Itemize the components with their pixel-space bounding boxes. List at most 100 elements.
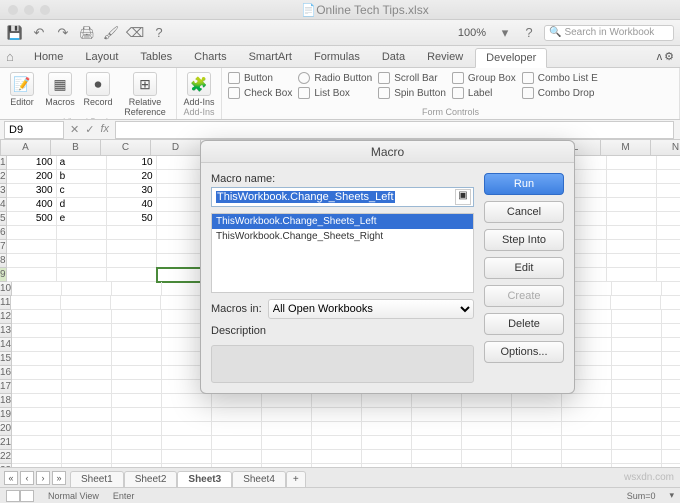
cell[interactable] [412,450,462,464]
cell[interactable] [112,422,162,436]
cancel-button[interactable]: Cancel [484,201,564,223]
cell[interactable] [162,436,212,450]
cell[interactable] [512,436,562,450]
cell[interactable] [562,422,612,436]
macros-in-select[interactable]: All Open Workbooks [268,299,474,319]
column-header[interactable]: A [1,140,51,155]
tab-layout[interactable]: Layout [75,48,128,66]
collapse-dialog-icon[interactable]: ▣ [455,189,471,205]
tab-tables[interactable]: Tables [130,48,182,66]
cell[interactable]: 20 [107,170,157,184]
relative-reference-button[interactable]: ⊞Relative Reference [120,72,170,117]
cell[interactable] [612,394,662,408]
tab-review[interactable]: Review [417,48,473,66]
cell[interactable] [657,184,680,198]
cell[interactable] [62,450,112,464]
tab-home[interactable]: Home [24,48,73,66]
cell[interactable] [657,212,680,226]
column-header[interactable]: B [51,140,101,155]
sheet-nav-last[interactable]: » [52,471,66,485]
cell[interactable] [607,254,657,268]
cell[interactable] [262,422,312,436]
cell[interactable] [612,366,662,380]
row-header[interactable]: 11 [0,296,11,310]
cell[interactable]: 50 [107,212,157,226]
row-header[interactable]: 17 [0,380,12,394]
cell[interactable] [612,324,662,338]
cell[interactable] [462,436,512,450]
sheet-tab[interactable]: Sheet4 [232,471,286,487]
cell[interactable] [412,436,462,450]
fc-radio[interactable]: Radio Button [298,72,372,84]
cell[interactable] [662,450,680,464]
cell[interactable] [312,436,362,450]
sum-dropdown-icon[interactable]: ▾ [669,490,674,501]
sheet-nav-first[interactable]: « [4,471,18,485]
gear-icon[interactable]: ⚙ [664,50,674,63]
cell[interactable] [107,254,157,268]
cell[interactable] [662,380,680,394]
row-header[interactable]: 14 [0,338,12,352]
cell[interactable] [607,226,657,240]
edit-button[interactable]: Edit [484,257,564,279]
cell[interactable] [162,394,212,408]
cell[interactable] [412,422,462,436]
cell[interactable]: 30 [107,184,157,198]
cell[interactable]: 200 [7,170,57,184]
cell[interactable] [162,450,212,464]
column-header[interactable]: M [601,140,651,155]
home-icon[interactable]: ⌂ [6,49,22,64]
cell[interactable] [657,170,680,184]
cell[interactable] [57,254,107,268]
cell[interactable] [12,338,62,352]
cell[interactable] [112,380,162,394]
cell[interactable] [562,408,612,422]
fc-scrollbar[interactable]: Scroll Bar [378,72,446,84]
sheet-nav-prev[interactable]: ‹ [20,471,34,485]
cell[interactable] [7,268,57,282]
search-input[interactable]: Search in Workbook [544,25,674,41]
cell[interactable]: b [57,170,107,184]
zoom-dropdown-icon[interactable]: ▾ [496,24,514,42]
cell[interactable] [607,240,657,254]
sheet-nav-next[interactable]: › [36,471,50,485]
cell[interactable] [112,310,162,324]
cell[interactable] [657,240,680,254]
cell[interactable] [607,156,657,170]
cell[interactable] [11,296,61,310]
cell[interactable] [657,254,680,268]
window-controls[interactable] [0,5,50,15]
sheet-tab[interactable]: Sheet1 [70,471,124,487]
cell[interactable] [112,338,162,352]
minimize-icon[interactable] [24,5,34,15]
cell[interactable]: 100 [7,156,57,170]
addins-button[interactable]: 🧩Add-Ins [183,72,215,107]
cell[interactable] [112,436,162,450]
macros-button[interactable]: ▦Macros [44,72,76,107]
cell[interactable] [562,436,612,450]
fc-spinbutton[interactable]: Spin Button [378,87,446,99]
fc-checkbox[interactable]: Check Box [228,87,292,99]
column-header[interactable]: C [101,140,151,155]
cell[interactable] [262,450,312,464]
cell[interactable] [12,310,62,324]
cell[interactable] [662,408,680,422]
cell[interactable] [62,324,112,338]
cell[interactable] [62,310,112,324]
cell[interactable] [412,408,462,422]
save-icon[interactable]: 💾 [6,24,24,42]
cell[interactable] [107,240,157,254]
tab-charts[interactable]: Charts [184,48,236,66]
cell[interactable] [112,450,162,464]
cell[interactable] [112,324,162,338]
row-header[interactable]: 16 [0,366,12,380]
cell[interactable] [661,296,680,310]
cell[interactable] [607,170,657,184]
undo-icon[interactable]: ↶ [30,24,48,42]
record-button[interactable]: ⏺Record [82,72,114,107]
cell[interactable] [362,422,412,436]
fx-icon[interactable]: fx [100,123,109,136]
cell[interactable] [562,394,612,408]
cell[interactable] [57,240,107,254]
cell[interactable] [112,394,162,408]
